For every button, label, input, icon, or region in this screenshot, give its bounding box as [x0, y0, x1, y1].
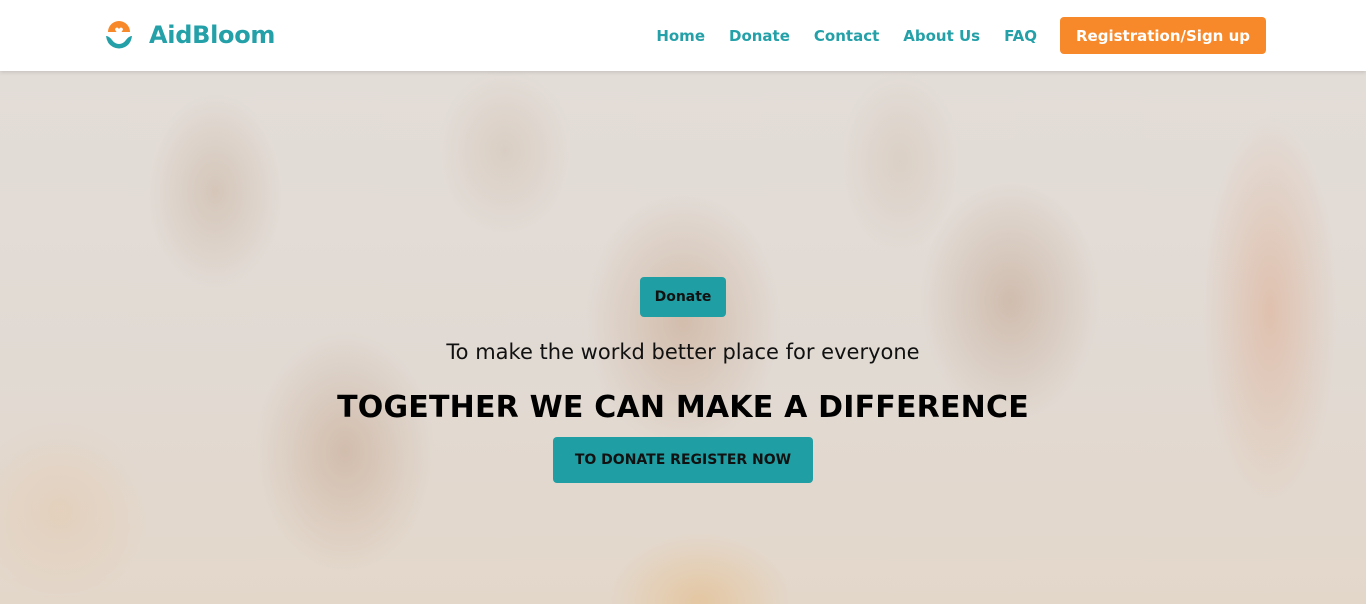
hero-donate-button[interactable]: Donate: [640, 277, 726, 317]
nav-link-faq[interactable]: FAQ: [1004, 27, 1037, 45]
brand[interactable]: AidBloom: [104, 17, 275, 53]
nav-link-home[interactable]: Home: [656, 27, 705, 45]
nav-link-donate[interactable]: Donate: [729, 27, 790, 45]
brand-name: AidBloom: [149, 21, 276, 49]
nav-link-contact[interactable]: Contact: [814, 27, 879, 45]
register-to-donate-button[interactable]: TO DONATE REGISTER NOW: [553, 437, 813, 483]
registration-signup-button[interactable]: Registration/Sign up: [1060, 17, 1266, 54]
navbar: AidBloom Home Donate Contact About Us FA…: [0, 0, 1366, 71]
hero-section: Donate To make the workd better place fo…: [0, 71, 1366, 604]
hero-title: TOGETHER WE CAN MAKE A DIFFERENCE: [337, 390, 1029, 425]
hands-heart-icon: [106, 21, 132, 49]
nav-link-about-us[interactable]: About Us: [903, 27, 980, 45]
main-nav: Home Donate Contact About Us FAQ Registr…: [656, 0, 1266, 71]
hero-content: Donate To make the workd better place fo…: [0, 71, 1366, 604]
hero-tagline: To make the workd better place for every…: [446, 340, 920, 364]
